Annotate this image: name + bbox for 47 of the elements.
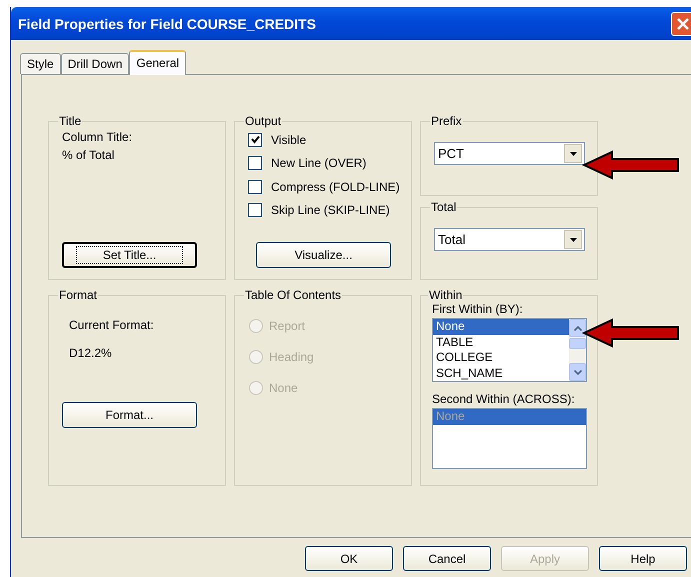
checkbox-label: Visible xyxy=(271,132,306,147)
close-button[interactable] xyxy=(671,12,691,36)
list-item[interactable]: TABLE xyxy=(433,334,569,350)
dialog-button[interactable]: OK xyxy=(305,546,393,571)
group-label: Format xyxy=(58,288,98,302)
window-title: Field Properties for Field COURSE_CREDITS xyxy=(18,16,316,32)
check-icon xyxy=(250,135,260,144)
format-button[interactable]: Format... xyxy=(62,402,197,428)
close-icon xyxy=(677,18,689,30)
checkbox[interactable] xyxy=(248,180,262,194)
caret-icon xyxy=(570,238,576,242)
checkbox-label: New Line (OVER) xyxy=(271,156,366,170)
format-text: Current Format: xyxy=(69,318,155,332)
list-item[interactable]: SCH_NAME xyxy=(433,366,569,381)
tab[interactable]: General xyxy=(129,50,186,75)
checkbox-label: Compress (FOLD-LINE) xyxy=(271,180,400,194)
caret-icon xyxy=(570,152,576,156)
list-label: Second Within (ACROSS): xyxy=(432,392,576,406)
radio-label: Heading xyxy=(269,350,314,364)
radio-label: Report xyxy=(269,318,306,332)
radio-label: None xyxy=(269,380,298,394)
group-label: Total xyxy=(430,200,458,214)
set-title-button[interactable]: Set Title... xyxy=(62,242,197,268)
tab[interactable]: Drill Down xyxy=(60,53,130,74)
dialog-button[interactable]: Help xyxy=(599,546,687,571)
group-label: Table Of Contents xyxy=(244,288,342,302)
format-text: D12.2% xyxy=(69,346,113,360)
group-label: Output xyxy=(244,114,282,128)
dialog-button[interactable]: Cancel xyxy=(403,546,491,571)
group-label: Title xyxy=(58,114,82,128)
total-dropdown[interactable]: Total xyxy=(434,228,585,251)
title-text: Column Title: xyxy=(62,129,134,146)
prefix-dropdown[interactable]: PCT xyxy=(434,142,585,165)
list-item[interactable]: COLLEGE xyxy=(433,350,569,366)
visualize-button[interactable]: Visualize... xyxy=(256,242,391,268)
group-label: Prefix xyxy=(430,114,463,128)
group-label: Within xyxy=(428,288,464,302)
title-text: % of Total xyxy=(62,147,116,164)
list-label: First Within (BY): xyxy=(432,302,524,316)
checkbox[interactable] xyxy=(248,203,262,218)
tab[interactable]: Style xyxy=(20,53,61,74)
scrollbar[interactable] xyxy=(569,319,586,381)
checkbox[interactable] xyxy=(248,156,262,170)
list-box[interactable]: None TABLE COLLEGE SCH_NAME xyxy=(432,318,587,382)
checkbox[interactable] xyxy=(248,132,262,147)
checkbox-label: Skip Line (SKIP-LINE) xyxy=(271,203,390,218)
list-item[interactable]: None xyxy=(433,319,569,334)
